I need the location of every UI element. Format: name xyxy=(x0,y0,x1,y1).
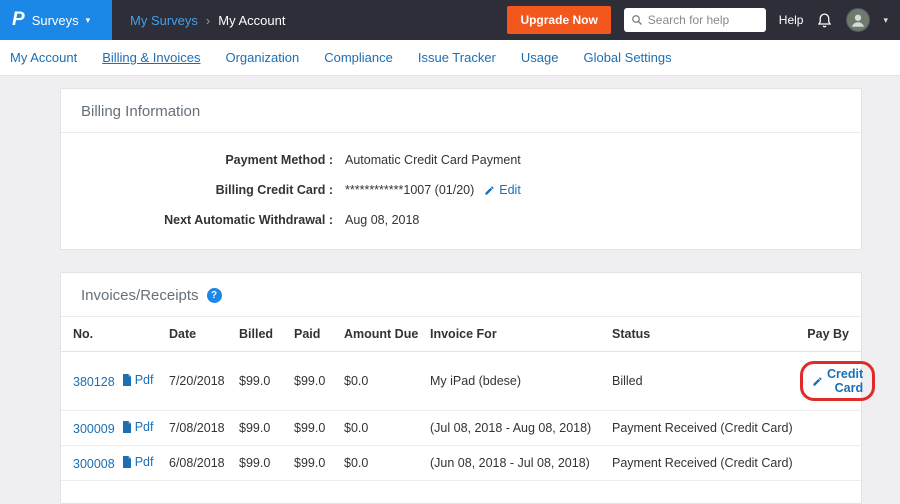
billing-credit-card-row: Billing Credit Card : ************1007 (… xyxy=(81,183,841,197)
product-switcher-menu[interactable]: P Surveys ▾ xyxy=(0,0,112,40)
pdf-download-link[interactable]: Pdf xyxy=(122,455,154,469)
search-icon xyxy=(631,14,643,26)
billing-fields: Payment Method : Automatic Credit Card P… xyxy=(61,133,861,249)
questionpro-logo: P xyxy=(12,9,25,31)
invoice-row: 300008 Pdf 6/08/2018 $99.0 $99.0 $0.0 (Ju… xyxy=(61,446,861,481)
help-search-input[interactable] xyxy=(648,13,759,27)
invoice-amount-due: $0.0 xyxy=(344,446,430,481)
breadcrumb: My Surveys › My Account xyxy=(130,13,285,28)
col-amount-due: Amount Due xyxy=(344,317,430,352)
invoices-receipts-card: Invoices/Receipts ? No. Date Billed Paid… xyxy=(60,272,862,504)
billing-card-title: Billing Information xyxy=(81,103,200,120)
invoice-date: 7/08/2018 xyxy=(169,411,239,446)
invoice-billed: $99.0 xyxy=(239,446,294,481)
main-content: Billing Information Payment Method : Aut… xyxy=(60,88,862,504)
invoice-status: Payment Received (Credit Card) xyxy=(612,446,800,481)
tab-global-settings[interactable]: Global Settings xyxy=(583,50,671,65)
invoices-card-header: Invoices/Receipts ? xyxy=(61,273,861,317)
col-date: Date xyxy=(169,317,239,352)
invoice-for: (Jul 08, 2018 - Aug 08, 2018) xyxy=(430,411,612,446)
invoices-table: No. Date Billed Paid Amount Due Invoice … xyxy=(61,317,861,481)
tab-organization[interactable]: Organization xyxy=(225,50,299,65)
payment-method-value: Automatic Credit Card Payment xyxy=(345,153,521,167)
col-no: No. xyxy=(61,317,169,352)
surveys-menu-label: Surveys xyxy=(32,13,79,28)
account-chevron-down-icon[interactable]: ▾ xyxy=(883,15,888,26)
billing-credit-card-value: ************1007 (01/20) xyxy=(345,183,474,197)
tab-issue-tracker[interactable]: Issue Tracker xyxy=(418,50,496,65)
topbar: P Surveys ▾ My Surveys › My Account Upgr… xyxy=(0,0,900,40)
next-withdrawal-row: Next Automatic Withdrawal : Aug 08, 2018 xyxy=(81,213,841,227)
invoices-header-row: No. Date Billed Paid Amount Due Invoice … xyxy=(61,317,861,352)
account-tabs: My Account Billing & Invoices Organizati… xyxy=(0,40,900,76)
invoice-paid: $99.0 xyxy=(294,352,344,411)
billing-information-card: Billing Information Payment Method : Aut… xyxy=(60,88,862,250)
invoice-amount-due: $0.0 xyxy=(344,352,430,411)
invoice-paid: $99.0 xyxy=(294,411,344,446)
next-withdrawal-value: Aug 08, 2018 xyxy=(345,213,419,227)
help-question-icon[interactable]: ? xyxy=(207,288,222,303)
pay-by-credit-card-link[interactable]: Credit Card xyxy=(812,367,863,395)
billing-credit-card-label: Billing Credit Card : xyxy=(81,183,333,197)
invoice-billed: $99.0 xyxy=(239,352,294,411)
edit-credit-card-link[interactable]: Edit xyxy=(484,183,521,197)
invoice-status: Billed xyxy=(612,352,800,411)
tab-my-account[interactable]: My Account xyxy=(10,50,77,65)
topbar-actions: Upgrade Now Help ▾ xyxy=(507,6,900,34)
breadcrumb-separator: › xyxy=(206,13,210,28)
pdf-file-icon xyxy=(122,421,132,433)
invoice-row: 380128 Pdf 7/20/2018 $99.0 $99.0 $0.0 My … xyxy=(61,352,861,411)
invoice-billed: $99.0 xyxy=(239,411,294,446)
pdf-link-label: Pdf xyxy=(135,455,154,469)
col-pay-by: Pay By xyxy=(800,317,861,352)
invoice-pay-by xyxy=(800,446,861,481)
invoice-number-link[interactable]: 300009 xyxy=(73,422,115,436)
pdf-file-icon xyxy=(122,374,132,386)
col-paid: Paid xyxy=(294,317,344,352)
invoice-row: 300009 Pdf 7/08/2018 $99.0 $99.0 $0.0 (Ju… xyxy=(61,411,861,446)
annotation-highlight: Credit Card xyxy=(800,361,875,401)
invoice-paid: $99.0 xyxy=(294,446,344,481)
breadcrumb-my-surveys[interactable]: My Surveys xyxy=(130,13,198,28)
breadcrumb-my-account: My Account xyxy=(218,13,285,28)
invoice-number-link[interactable]: 380128 xyxy=(73,375,115,389)
payment-method-row: Payment Method : Automatic Credit Card P… xyxy=(81,153,841,167)
tab-compliance[interactable]: Compliance xyxy=(324,50,393,65)
invoice-for: My iPad (bdese) xyxy=(430,352,612,411)
invoice-date: 6/08/2018 xyxy=(169,446,239,481)
tab-billing-invoices[interactable]: Billing & Invoices xyxy=(102,50,200,65)
pdf-link-label: Pdf xyxy=(135,420,154,434)
invoice-amount-due: $0.0 xyxy=(344,411,430,446)
billing-card-header: Billing Information xyxy=(61,89,861,133)
pdf-download-link[interactable]: Pdf xyxy=(122,373,154,387)
edit-pencil-icon xyxy=(812,376,823,387)
help-search-box[interactable] xyxy=(624,8,766,32)
col-billed: Billed xyxy=(239,317,294,352)
chevron-down-icon: ▾ xyxy=(86,15,91,26)
help-link[interactable]: Help xyxy=(779,13,804,27)
invoice-status: Payment Received (Credit Card) xyxy=(612,411,800,446)
card-bottom-spacer xyxy=(61,481,861,503)
pdf-link-label: Pdf xyxy=(135,373,154,387)
col-status: Status xyxy=(612,317,800,352)
upgrade-now-button[interactable]: Upgrade Now xyxy=(507,6,610,34)
person-icon xyxy=(849,11,867,29)
next-withdrawal-label: Next Automatic Withdrawal : xyxy=(81,213,333,227)
payment-method-label: Payment Method : xyxy=(81,153,333,167)
invoice-pay-by xyxy=(800,411,861,446)
invoices-card-title: Invoices/Receipts xyxy=(81,287,199,304)
invoice-for: (Jun 08, 2018 - Jul 08, 2018) xyxy=(430,446,612,481)
tab-usage[interactable]: Usage xyxy=(521,50,559,65)
edit-pencil-icon xyxy=(484,185,495,196)
invoice-number-link[interactable]: 300008 xyxy=(73,457,115,471)
edit-link-label: Edit xyxy=(499,183,521,197)
pdf-file-icon xyxy=(122,456,132,468)
pay-by-label: Credit Card xyxy=(827,367,863,395)
user-avatar[interactable] xyxy=(846,8,870,32)
invoice-date: 7/20/2018 xyxy=(169,352,239,411)
notifications-bell-icon[interactable] xyxy=(816,12,833,29)
pdf-download-link[interactable]: Pdf xyxy=(122,420,154,434)
col-invoice-for: Invoice For xyxy=(430,317,612,352)
